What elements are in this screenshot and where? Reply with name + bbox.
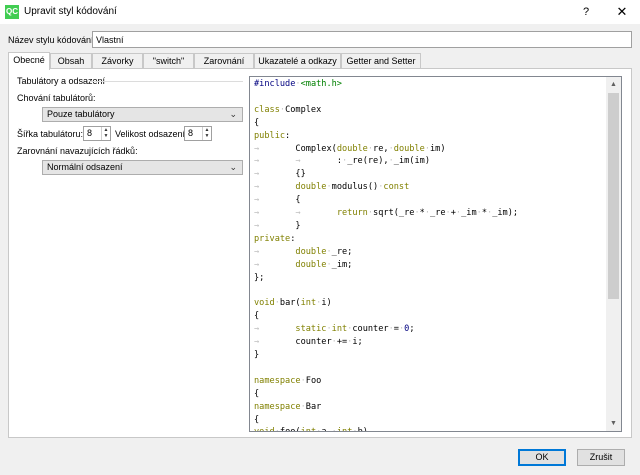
style-name-label: Název stylu kódování: xyxy=(8,35,97,45)
tab-pointers-references[interactable]: Ukazatelé a odkazy xyxy=(254,53,341,69)
scroll-up-icon[interactable]: ▲ xyxy=(606,77,621,92)
code-line: → Complex(double·re,·double·im) xyxy=(254,143,446,154)
code-line: void·foo(int·a,·int·b) xyxy=(254,426,606,431)
code-line: }; xyxy=(254,272,265,283)
tab-alignment[interactable]: Zarovnání xyxy=(194,53,254,69)
scroll-down-icon[interactable]: ▼ xyxy=(606,416,621,431)
tab-policy-value: Pouze tabulátory xyxy=(47,109,115,119)
chevron-down-icon: ⌄ xyxy=(229,162,237,172)
code-line: → double·_im; xyxy=(254,259,353,270)
title-bar: QC Upravit styl kódování ? ✕ xyxy=(0,0,640,24)
code-preview[interactable]: #include·<math.h> class·Complex { public: → … xyxy=(249,76,622,432)
spin-arrows-icon[interactable]: ▲ ▼ xyxy=(202,127,211,140)
tab-size-label: Šířka tabulátoru: xyxy=(17,129,84,139)
ok-button[interactable]: OK xyxy=(518,449,566,466)
tab-policy-dropdown[interactable]: Pouze tabulátory ⌄ xyxy=(42,107,243,122)
tab-switch[interactable]: "switch" xyxy=(143,53,194,69)
code-line: → double·_re; xyxy=(254,246,353,257)
code-line: #include·<math.h> xyxy=(254,79,342,89)
cancel-button[interactable]: Zrušit xyxy=(577,449,625,466)
code-line: → → :·_re(re),·_im(im) xyxy=(254,156,430,167)
code-line: private: xyxy=(254,233,296,244)
code-line: → static·int·counter·=·0; xyxy=(254,324,415,335)
scroll-thumb[interactable] xyxy=(608,93,619,299)
code-line: { xyxy=(254,414,260,425)
continuation-alignment-dropdown[interactable]: Normální odsazení ⌄ xyxy=(42,160,243,175)
code-line: → double·modulus()·const xyxy=(254,182,410,193)
code-line: { xyxy=(254,311,260,322)
vertical-scrollbar[interactable]: ▲ ▼ xyxy=(606,77,621,431)
tab-braces[interactable]: Závorky xyxy=(92,53,143,69)
code-line: namespace·Bar xyxy=(254,401,322,412)
code-line: namespace·Foo xyxy=(254,375,322,386)
tab-policy-label: Chování tabulátorů: xyxy=(17,93,96,103)
group-divider xyxy=(90,81,243,82)
continuation-alignment-label: Zarovnání navazujících řádků: xyxy=(17,146,138,156)
style-name-input[interactable] xyxy=(92,31,632,48)
code-line: public: xyxy=(254,130,291,141)
tab-general[interactable]: Obecné xyxy=(8,52,50,70)
chevron-down-icon: ⌄ xyxy=(229,109,237,119)
code-text: #include·<math.h> class·Complex { public: → … xyxy=(254,78,606,431)
code-line: → {} xyxy=(254,169,306,180)
indent-size-spinbox[interactable]: 8 ▲ ▼ xyxy=(184,126,212,141)
code-line: } xyxy=(254,350,260,361)
qt-creator-icon: QC xyxy=(5,5,19,19)
tab-size-spinbox[interactable]: 8 ▲ ▼ xyxy=(83,126,111,141)
code-line: { xyxy=(254,388,260,399)
code-line: → counter·+=·i; xyxy=(254,337,363,348)
spin-arrows-icon[interactable]: ▲ ▼ xyxy=(101,127,110,140)
code-line: void·bar(int·i) xyxy=(254,298,332,309)
code-line: { xyxy=(254,117,260,128)
tab-content[interactable]: Obsah xyxy=(50,53,92,69)
code-line: → → return·sqrt(_re·*·_re·+·_im·*·_im); xyxy=(254,208,519,219)
tab-getter-setter[interactable]: Getter and Setter xyxy=(341,53,421,69)
indent-size-value: 8 xyxy=(188,128,194,138)
code-line: → } xyxy=(254,220,301,231)
help-button[interactable]: ? xyxy=(568,0,604,24)
continuation-alignment-value: Normální odsazení xyxy=(47,162,123,172)
close-button[interactable]: ✕ xyxy=(604,0,640,24)
tab-size-value: 8 xyxy=(87,128,93,138)
window-title: Upravit styl kódování xyxy=(24,6,117,17)
code-line: → { xyxy=(254,195,301,206)
indent-size-label: Velikost odsazení: xyxy=(115,129,188,139)
code-line: class·Complex xyxy=(254,104,322,115)
